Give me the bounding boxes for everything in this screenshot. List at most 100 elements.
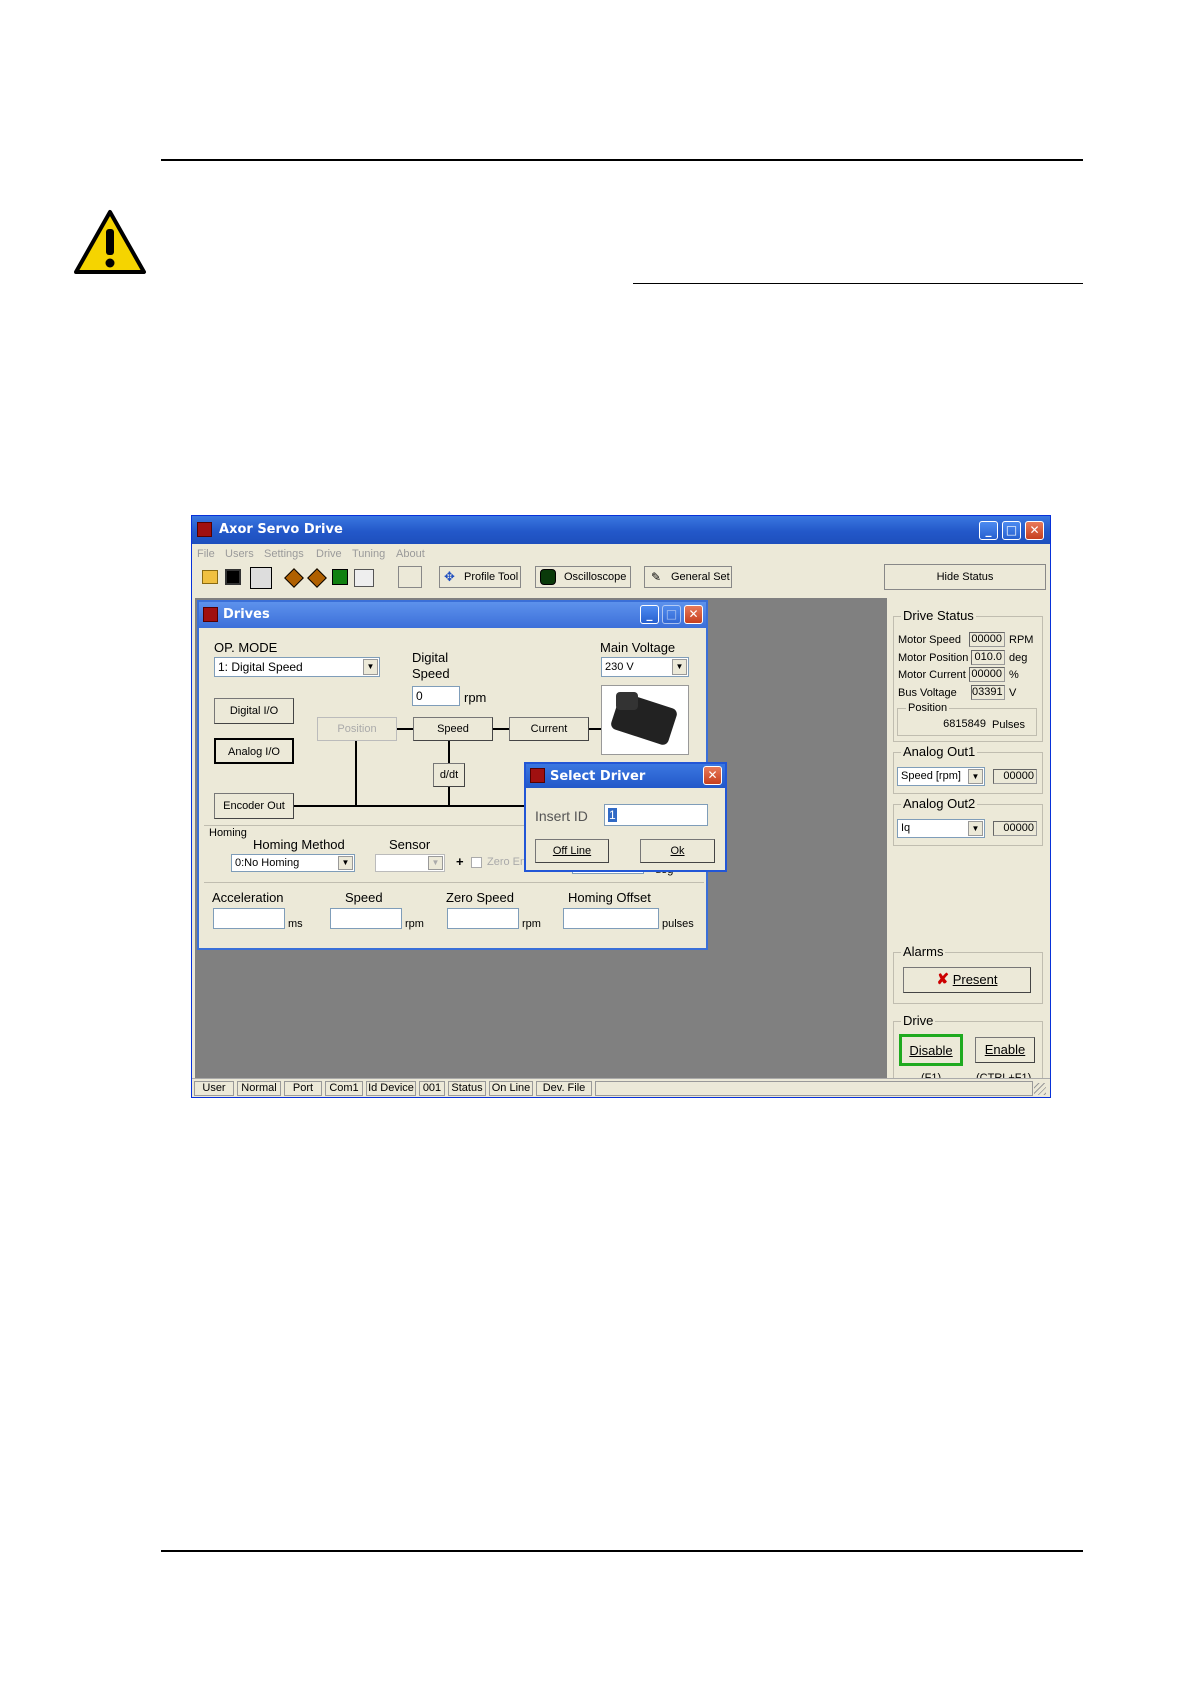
- motor-current-label: Motor Current: [898, 669, 966, 681]
- analog-out2-value: 00000: [993, 821, 1037, 836]
- menu-bar: File Users Settings Drive Tuning About: [192, 544, 1050, 564]
- analog-out2-select[interactable]: Iq ▼: [897, 819, 985, 838]
- homing-offset-input[interactable]: [563, 908, 659, 929]
- minimize-button[interactable]: _: [979, 521, 998, 540]
- tools-icon[interactable]: [354, 569, 374, 587]
- analog-io-button[interactable]: Analog I/O: [214, 738, 294, 764]
- menu-tuning[interactable]: Tuning: [352, 548, 385, 560]
- toolbar: ✥ Profile Tool Oscilloscope ✎ General Se…: [192, 564, 1050, 596]
- drives-close-button[interactable]: ✕: [684, 605, 703, 624]
- drives-title: Drives: [223, 607, 270, 622]
- chevron-down-icon: ▼: [338, 856, 353, 870]
- hide-status-label: Hide Status: [936, 571, 994, 583]
- statusbar-id-value: 001: [419, 1081, 445, 1096]
- blank-toolbar-button[interactable]: [398, 566, 422, 588]
- warning-icon: [74, 210, 146, 274]
- drives-minimize-button[interactable]: _: [640, 605, 659, 624]
- save-icon[interactable]: [225, 569, 241, 585]
- homing-method-select[interactable]: 0:No Homing ▼: [231, 854, 355, 872]
- position-group: Position 6815849 Pulses: [897, 702, 1037, 736]
- ok-button[interactable]: Ok: [640, 839, 715, 863]
- drives-titlebar: Drives _ □ ✕: [199, 602, 706, 628]
- open-folder-icon[interactable]: [202, 570, 218, 584]
- motor-position-value: 010.0: [971, 650, 1005, 665]
- statusbar-user-value: Normal: [237, 1081, 281, 1096]
- menu-about[interactable]: About: [396, 548, 425, 560]
- menu-users[interactable]: Users: [225, 548, 254, 560]
- statusbar-port-label: Port: [284, 1081, 322, 1096]
- drive-config-icon[interactable]: [250, 567, 272, 589]
- plus-sign: +: [456, 854, 464, 869]
- main-voltage-value: 230 V: [605, 661, 634, 673]
- speed-block: Speed: [413, 717, 493, 741]
- motor-speed-unit: RPM: [1009, 634, 1034, 646]
- drive-legend: Drive: [901, 1013, 936, 1028]
- main-voltage-select[interactable]: 230 V ▼: [601, 657, 689, 677]
- close-button[interactable]: ✕: [1025, 521, 1044, 540]
- encoder-out-button[interactable]: Encoder Out: [214, 793, 294, 819]
- close-icon: ✘: [936, 971, 950, 988]
- chevron-down-icon: ▼: [968, 769, 983, 784]
- insert-id-input[interactable]: 1: [604, 804, 708, 826]
- ddt-block: d/dt: [433, 763, 465, 787]
- oscilloscope-icon: [540, 569, 556, 585]
- general-set-label: General Set: [671, 571, 730, 583]
- insert-id-value: 1: [608, 808, 617, 822]
- off-line-button[interactable]: Off Line: [535, 839, 609, 863]
- zero-encoder-checkbox[interactable]: [471, 857, 482, 868]
- drives-icon: [203, 607, 218, 622]
- status-bar: User Normal Port Com1 Id Device 001 Stat…: [192, 1078, 1050, 1097]
- dialog-close-button[interactable]: ✕: [703, 766, 722, 785]
- profile-tool-button[interactable]: ✥ Profile Tool: [439, 566, 521, 588]
- speed-input[interactable]: [330, 908, 402, 929]
- hide-status-button[interactable]: Hide Status: [884, 564, 1046, 590]
- drives-maximize-button: □: [662, 605, 681, 624]
- chevron-down-icon: ▼: [968, 821, 983, 836]
- alarms-legend: Alarms: [901, 944, 946, 959]
- alarms-present-button[interactable]: ✘ Present: [903, 967, 1031, 993]
- motor-position-label: Motor Position: [898, 652, 969, 664]
- statusbar-status-label: Status: [448, 1081, 486, 1096]
- sensor-select[interactable]: ▼: [375, 854, 445, 872]
- enable-button[interactable]: Enable: [975, 1037, 1035, 1063]
- acceleration-input[interactable]: [213, 908, 285, 929]
- position-legend: Position: [906, 702, 950, 714]
- maximize-button[interactable]: □: [1002, 521, 1021, 540]
- statusbar-filler: [595, 1081, 1033, 1096]
- analog-out1-select[interactable]: Speed [rpm] ▼: [897, 767, 985, 786]
- motor-current-unit: %: [1009, 669, 1019, 681]
- digital-speed-input[interactable]: 0: [412, 686, 460, 706]
- footer-rule: [161, 1550, 1083, 1552]
- oscilloscope-button[interactable]: Oscilloscope: [535, 566, 631, 588]
- homing-offset-unit: pulses: [662, 918, 694, 930]
- analog-out1-value: 00000: [993, 769, 1037, 784]
- homing-method-value: 0:No Homing: [235, 857, 300, 869]
- statusbar-port-value: Com1: [325, 1081, 363, 1096]
- op-mode-label: OP. MODE: [214, 640, 278, 655]
- drive-status-group: Drive Status Motor Speed 00000 RPM Motor…: [893, 608, 1043, 742]
- acceleration-unit: ms: [288, 918, 303, 930]
- menu-settings[interactable]: Settings: [264, 548, 304, 560]
- speed-label: Speed: [345, 890, 383, 905]
- profile-tool-label: Profile Tool: [464, 571, 519, 583]
- zero-speed-input[interactable]: [447, 908, 519, 929]
- main-voltage-label: Main Voltage: [600, 640, 676, 655]
- connector-line: [448, 787, 450, 806]
- analog-out1-select-value: Speed [rpm]: [901, 770, 961, 782]
- disable-button[interactable]: Disable: [899, 1034, 963, 1066]
- resize-grip-icon[interactable]: [1034, 1083, 1046, 1095]
- homing-legend: Homing: [209, 827, 247, 839]
- op-mode-select[interactable]: 1: Digital Speed ▼: [214, 657, 380, 677]
- menu-file[interactable]: File: [197, 548, 215, 560]
- analog-out1-group: Analog Out1 Speed [rpm] ▼ 00000: [893, 744, 1043, 794]
- statusbar-status-value: On Line: [489, 1081, 533, 1096]
- statusbar-devfile: Dev. File: [536, 1081, 592, 1096]
- diamond-icon-1[interactable]: [284, 568, 304, 588]
- digital-io-button[interactable]: Digital I/O: [214, 698, 294, 724]
- menu-drive[interactable]: Drive: [316, 548, 342, 560]
- general-set-button[interactable]: ✎ General Set: [644, 566, 732, 588]
- speed-unit: rpm: [405, 918, 424, 930]
- bus-voltage-unit: V: [1009, 687, 1017, 699]
- green-square-icon[interactable]: [332, 569, 348, 585]
- diamond-icon-2[interactable]: [307, 568, 327, 588]
